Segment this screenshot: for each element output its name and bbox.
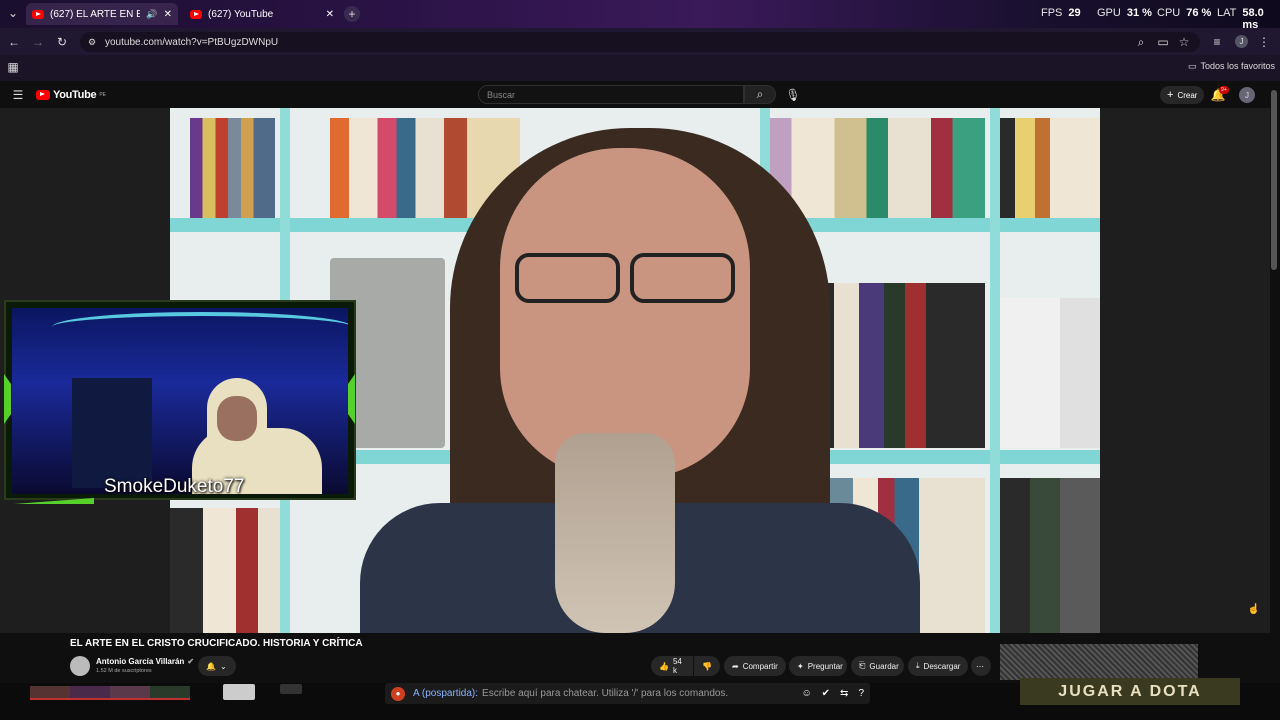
browser-menu-icon[interactable]: ⋮ bbox=[1258, 35, 1270, 49]
site-info-icon[interactable]: ⚙ bbox=[86, 35, 98, 49]
game-chat-bar[interactable]: ● A (pospartida): Escribe aquí para chat… bbox=[385, 683, 870, 704]
create-button[interactable]: + Crear bbox=[1160, 86, 1205, 104]
notification-badge: 9+ bbox=[1219, 86, 1229, 94]
chat-input[interactable]: Escribe aquí para chatear. Utiliza '/' p… bbox=[482, 688, 728, 699]
game-preview-thumbnail bbox=[1000, 644, 1198, 680]
led-strip bbox=[52, 312, 348, 342]
more-actions-button[interactable]: ⋯ bbox=[971, 656, 991, 676]
channel-name[interactable]: Antonio García Villarán ✔ bbox=[96, 657, 194, 666]
forward-arrow-icon[interactable]: → bbox=[30, 34, 46, 50]
save-bookmark-icon: ⎗ bbox=[859, 661, 866, 670]
save-button[interactable]: ⎗ Guardar bbox=[851, 656, 904, 676]
youtube-logo-icon bbox=[36, 90, 50, 100]
emoji-icon[interactable]: ☺ bbox=[801, 688, 811, 699]
share-icon: ➦ bbox=[732, 661, 739, 671]
fps-stat: FPS 29 bbox=[1041, 7, 1081, 19]
books bbox=[1000, 298, 1100, 448]
chat-prefix: A (pospartida): bbox=[413, 688, 479, 699]
webcam-feed bbox=[12, 308, 348, 494]
tab-close-icon[interactable]: ✕ bbox=[164, 9, 172, 20]
plus-icon: + bbox=[1167, 89, 1174, 101]
play-dota-button[interactable]: JUGAR A DOTA bbox=[1020, 678, 1240, 705]
download-icon: ⤓ bbox=[916, 661, 920, 670]
subscriber-count: 1.52 M de suscriptores bbox=[96, 668, 152, 674]
youtube-favicon-icon bbox=[190, 9, 202, 19]
apps-grid-icon[interactable]: ▦ bbox=[6, 60, 20, 74]
zoom-icon[interactable]: ⌕ bbox=[1134, 35, 1148, 49]
sparkle-icon: ✦ bbox=[797, 661, 804, 671]
shelf-divider bbox=[990, 108, 1000, 633]
translate-icon[interactable]: ⇆ bbox=[840, 688, 848, 699]
search-input[interactable]: Buscar bbox=[478, 85, 744, 104]
tab-search-chevron-icon[interactable]: ⌄ bbox=[6, 6, 20, 20]
youtube-favicon-icon bbox=[32, 9, 44, 19]
gpu-stat: GPU 31 % bbox=[1097, 7, 1152, 19]
all-bookmarks-button[interactable]: ▭ Todos los favoritos bbox=[1188, 61, 1275, 72]
chat-channel-icon: ● bbox=[391, 686, 405, 701]
help-icon[interactable]: ? bbox=[858, 688, 864, 699]
tab-title: (627) YouTube bbox=[208, 8, 274, 20]
folder-icon: ▭ bbox=[1188, 61, 1197, 71]
microphone-icon[interactable]: 🎙 bbox=[784, 86, 802, 104]
account-avatar[interactable]: J bbox=[1239, 87, 1255, 103]
download-button[interactable]: ⤓ Descargar bbox=[908, 656, 968, 676]
tab-close-icon[interactable]: ✕ bbox=[326, 9, 334, 20]
cast-icon[interactable]: ▭ bbox=[1156, 35, 1170, 49]
url-text[interactable]: youtube.com/watch?v=PtBUgzDWNpU bbox=[105, 37, 278, 48]
presenter-beard bbox=[555, 433, 675, 633]
thumbs-down-icon: 👎 bbox=[702, 661, 712, 671]
more-dots-icon: ⋯ bbox=[976, 661, 984, 671]
ask-button[interactable]: ✦ Preguntar bbox=[789, 656, 847, 676]
books bbox=[1000, 478, 1100, 633]
books bbox=[770, 118, 985, 218]
verified-icon: ✔ bbox=[187, 657, 195, 666]
books bbox=[1000, 118, 1100, 218]
desk-shelf bbox=[72, 378, 152, 488]
bell-icon: 🔔 bbox=[206, 661, 216, 671]
profile-avatar-icon[interactable]: J bbox=[1235, 35, 1248, 48]
reload-icon[interactable]: ↻ bbox=[54, 34, 70, 50]
bookmarks-bar bbox=[0, 55, 1280, 81]
speaker-icon[interactable]: 🔊 bbox=[146, 9, 157, 20]
cursor-icon: ☝ bbox=[1247, 603, 1261, 615]
tab-active[interactable]: (627) EL ARTE EN EL CRISTO 🔊 ✕ bbox=[26, 3, 178, 25]
glasses-left-lens bbox=[515, 253, 620, 303]
check-icon[interactable]: ✔ bbox=[822, 688, 830, 699]
media-controls-icon[interactable]: ≡ bbox=[1210, 35, 1224, 49]
tab-inactive[interactable]: (627) YouTube ✕ bbox=[184, 3, 340, 25]
back-arrow-icon[interactable]: ← bbox=[6, 34, 22, 50]
taskbar-app-icon[interactable] bbox=[280, 684, 302, 694]
cpu-stat: CPU 76 % bbox=[1157, 7, 1212, 19]
presenter-face bbox=[500, 148, 750, 478]
video-title: EL ARTE EN EL CRISTO CRUCIFICADO. HISTOR… bbox=[70, 638, 363, 649]
bookmark-star-icon[interactable]: ☆ bbox=[1177, 35, 1191, 49]
chevron-down-icon: ⌄ bbox=[219, 661, 227, 671]
youtube-logo[interactable]: YouTube PE bbox=[36, 89, 106, 101]
page-scrollbar[interactable] bbox=[1271, 90, 1277, 270]
streamer-face bbox=[217, 396, 257, 441]
search-icon[interactable]: ⌕ bbox=[744, 85, 776, 104]
like-button[interactable]: 👍 54 k bbox=[651, 656, 693, 676]
books bbox=[190, 118, 275, 218]
new-tab-icon[interactable]: + bbox=[344, 6, 360, 22]
share-button[interactable]: ➦ Compartir bbox=[724, 656, 786, 676]
hamburger-menu-icon[interactable]: ☰ bbox=[10, 87, 26, 103]
streamer-name: SmokeDuketo77 bbox=[104, 476, 245, 497]
dislike-button[interactable]: 👎 bbox=[694, 656, 720, 676]
taskbar-app-icon[interactable] bbox=[223, 684, 255, 700]
subscription-bell-button[interactable]: 🔔 ⌄ bbox=[198, 656, 236, 676]
taskbar-thumbnails[interactable] bbox=[30, 686, 190, 700]
glasses-right-lens bbox=[630, 253, 735, 303]
books bbox=[170, 508, 280, 633]
tab-title: (627) EL ARTE EN EL CRISTO bbox=[50, 8, 141, 20]
thumbs-up-icon: 👍 bbox=[659, 661, 669, 671]
channel-avatar[interactable] bbox=[70, 656, 90, 676]
